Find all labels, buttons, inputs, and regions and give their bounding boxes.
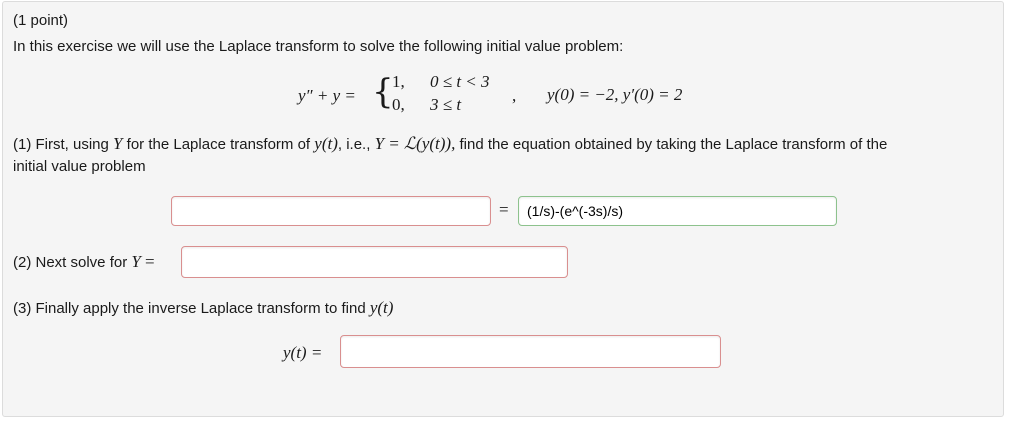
case1-value: 1, bbox=[392, 72, 405, 91]
part3-label: (3) Finally apply the inverse Laplace tr… bbox=[13, 299, 393, 318]
equation-comma: , bbox=[512, 86, 517, 105]
part1-equals: = bbox=[499, 200, 509, 219]
part2-equals: = bbox=[145, 252, 155, 271]
part1-left-input[interactable] bbox=[171, 196, 491, 226]
part3-yt: y(t) bbox=[369, 298, 394, 317]
part3-input[interactable] bbox=[340, 335, 721, 368]
part3-answer-label: y(t) = bbox=[283, 343, 323, 362]
part1-Y: Y bbox=[113, 134, 123, 153]
intro-text: In this exercise we will use the Laplace… bbox=[13, 38, 624, 55]
part1-laplace-eq: = ℒ(y(t)), bbox=[388, 134, 456, 153]
initial-conditions: y(0) = −2, y′(0) = 2 bbox=[547, 85, 683, 104]
part1-line2: initial value problem bbox=[13, 158, 146, 175]
part3-label-text: (3) Finally apply the inverse Laplace tr… bbox=[13, 300, 366, 317]
part1-text-d: find the equation obtained by taking the… bbox=[459, 136, 888, 153]
part2-Y: Y bbox=[131, 252, 141, 271]
left-brace: { bbox=[372, 72, 394, 112]
equation-lhs: y″ + y = bbox=[298, 86, 356, 105]
part1-yt: y(t) bbox=[314, 134, 338, 153]
part2-label-text: (2) Next solve for bbox=[13, 254, 128, 271]
part1-text-c: , i.e., bbox=[337, 136, 371, 153]
case2-condition: 3 ≤ t bbox=[430, 95, 462, 114]
part2-label: (2) Next solve for Y = bbox=[13, 253, 155, 272]
part1-text-b: for the Laplace transform of bbox=[126, 136, 311, 153]
part1-text-a: (1) First, using bbox=[13, 136, 109, 153]
part1-text: (1) First, using Y for the Laplace trans… bbox=[13, 135, 887, 154]
points-label: (1 point) bbox=[13, 12, 69, 29]
case1-condition: 0 ≤ t < 3 bbox=[430, 72, 490, 91]
case2-value: 0, bbox=[392, 95, 405, 114]
part2-input[interactable] bbox=[181, 246, 568, 278]
part1-right-input[interactable] bbox=[518, 196, 837, 226]
part1-Y2: Y bbox=[374, 134, 385, 153]
